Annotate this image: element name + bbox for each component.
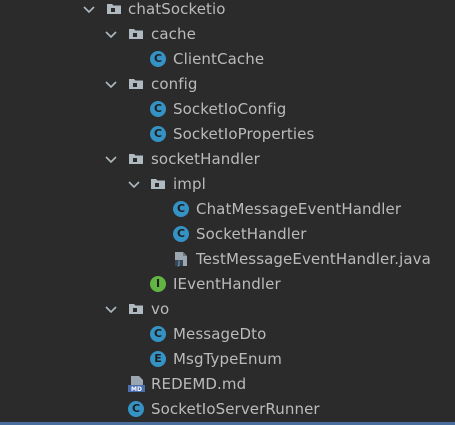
tree-node-label: SocketIoConfig xyxy=(173,100,287,118)
folder-icon xyxy=(128,301,144,317)
tree-node-label: MessageDto xyxy=(173,325,267,343)
tree-node-label: REDEMD.md xyxy=(151,375,247,393)
project-tree: chatSocketio cache C ClientCache config … xyxy=(0,0,455,425)
tree-node-config[interactable]: config xyxy=(0,72,455,97)
class-icon: C xyxy=(150,51,166,67)
tree-node-clientcache[interactable]: C ClientCache xyxy=(0,47,455,72)
tree-node-socketioserverrunner[interactable]: C SocketIoServerRunner xyxy=(0,397,455,422)
folder-icon xyxy=(150,176,166,192)
tree-node-socketioproperties[interactable]: C SocketIoProperties xyxy=(0,122,455,147)
tree-node-cache[interactable]: cache xyxy=(0,22,455,47)
tree-node-label: MsgTypeEnum xyxy=(173,350,282,368)
tree-node-label: SocketIoServerRunner xyxy=(151,400,320,418)
tree-node-label: cache xyxy=(151,25,196,43)
folder-icon xyxy=(106,1,122,17)
tree-node-testmessageeventhandler[interactable]: J TestMessageEventHandler.java xyxy=(0,247,455,272)
tree-node-ieventhandler[interactable]: I IEventHandler xyxy=(0,272,455,297)
folder-icon xyxy=(128,76,144,92)
tree-node-label: IEventHandler xyxy=(173,275,281,293)
chevron-down-icon[interactable] xyxy=(104,72,118,97)
chevron-down-icon[interactable] xyxy=(104,147,118,172)
folder-icon xyxy=(128,26,144,42)
enum-icon: E xyxy=(150,351,166,367)
class-icon: C xyxy=(150,326,166,342)
tree-node-chatmessageeventhandler[interactable]: C ChatMessageEventHandler xyxy=(0,197,455,222)
class-icon: C xyxy=(173,226,189,242)
markdown-file-icon: MD xyxy=(128,376,145,393)
tree-node-label: ClientCache xyxy=(173,50,265,68)
tree-node-redemd[interactable]: MD REDEMD.md xyxy=(0,372,455,397)
markdown-badge: MD xyxy=(131,386,142,392)
tree-node-label: TestMessageEventHandler.java xyxy=(196,250,431,268)
java-file-icon: J xyxy=(173,251,189,267)
class-icon: C xyxy=(128,401,144,417)
tree-node-label: impl xyxy=(173,175,206,193)
chevron-down-icon[interactable] xyxy=(127,172,141,197)
class-icon: C xyxy=(150,126,166,142)
tree-node-impl[interactable]: impl xyxy=(0,172,455,197)
tree-node-vo[interactable]: vo xyxy=(0,297,455,322)
tree-node-sockethandler[interactable]: C SocketHandler xyxy=(0,222,455,247)
tree-node-label: SocketIoProperties xyxy=(173,125,315,143)
folder-icon xyxy=(128,151,144,167)
tree-node-sockethandler-folder[interactable]: socketHandler xyxy=(0,147,455,172)
tree-node-label: vo xyxy=(151,300,170,318)
tree-node-label: socketHandler xyxy=(151,150,260,168)
tree-node-label: SocketHandler xyxy=(196,225,307,243)
tree-node-chatsocketio[interactable]: chatSocketio xyxy=(0,0,455,22)
chevron-down-icon[interactable] xyxy=(104,22,118,47)
svg-text:J: J xyxy=(177,260,180,267)
tree-node-label: config xyxy=(151,75,198,93)
class-icon: C xyxy=(173,201,189,217)
class-icon: C xyxy=(150,101,166,117)
tree-node-messagedto[interactable]: C MessageDto xyxy=(0,322,455,347)
chevron-down-icon[interactable] xyxy=(82,0,96,22)
tree-node-socketioconfig[interactable]: C SocketIoConfig xyxy=(0,97,455,122)
interface-icon: I xyxy=(150,276,166,292)
tree-node-label: ChatMessageEventHandler xyxy=(196,200,402,218)
chevron-down-icon[interactable] xyxy=(104,297,118,322)
tree-node-msgtypeenum[interactable]: E MsgTypeEnum xyxy=(0,347,455,372)
tree-node-label: chatSocketio xyxy=(128,0,226,18)
